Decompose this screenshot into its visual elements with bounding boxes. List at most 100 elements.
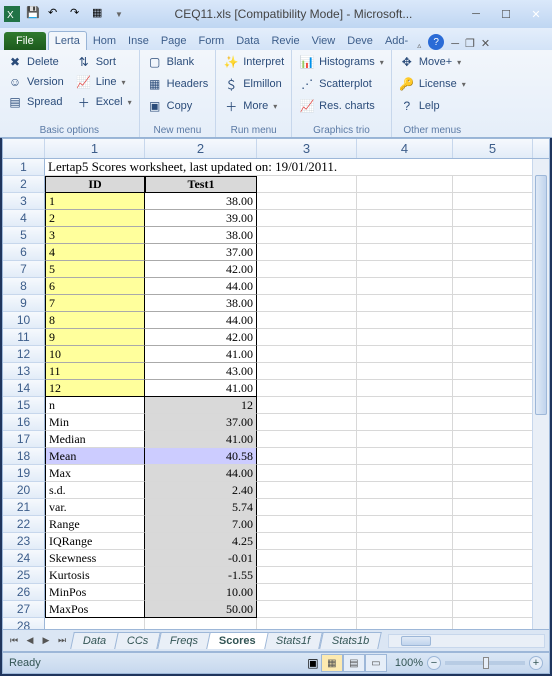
minimize-ribbon-icon[interactable]: ▵ bbox=[417, 41, 421, 50]
id-cell[interactable]: 11 bbox=[45, 363, 145, 380]
id-cell[interactable]: 2 bbox=[45, 210, 145, 227]
maximize-button[interactable]: ☐ bbox=[494, 5, 518, 23]
value-cell[interactable]: 44.00 bbox=[145, 312, 257, 329]
stat-value[interactable]: 37.00 bbox=[145, 414, 257, 431]
id-cell[interactable]: 7 bbox=[45, 295, 145, 312]
stat-value[interactable]: 41.00 bbox=[145, 431, 257, 448]
save-icon[interactable]: 💾 bbox=[26, 6, 42, 22]
stat-label[interactable]: var. bbox=[45, 499, 145, 516]
id-cell[interactable]: 4 bbox=[45, 244, 145, 261]
interpret-button[interactable]: ✨Interpret bbox=[220, 52, 287, 72]
undo-icon[interactable]: ↶ bbox=[48, 6, 64, 22]
row-header[interactable]: 10 bbox=[3, 312, 45, 329]
minimize-button[interactable]: ─ bbox=[464, 5, 488, 23]
line-button[interactable]: 📈Line▾ bbox=[73, 72, 135, 92]
value-cell[interactable]: 37.00 bbox=[145, 244, 257, 261]
value-cell[interactable]: 44.00 bbox=[145, 278, 257, 295]
sort-button[interactable]: ⇅Sort bbox=[73, 52, 135, 72]
value-cell[interactable]: 38.00 bbox=[145, 295, 257, 312]
stat-value[interactable]: -1.55 bbox=[145, 567, 257, 584]
row-header[interactable]: 22 bbox=[3, 516, 45, 533]
zoom-in-button[interactable]: + bbox=[529, 656, 543, 670]
id-cell[interactable]: 1 bbox=[45, 193, 145, 210]
doc-close-icon[interactable]: ✕ bbox=[481, 37, 490, 50]
tab-nav-prev[interactable]: ◀ bbox=[23, 633, 37, 649]
stat-value[interactable]: 12 bbox=[145, 397, 257, 414]
row-header[interactable]: 2 bbox=[3, 176, 45, 193]
tab-lertap[interactable]: Lerta bbox=[48, 31, 87, 50]
select-all-corner[interactable] bbox=[3, 139, 45, 158]
stat-label[interactable]: Range bbox=[45, 516, 145, 533]
value-cell[interactable]: 38.00 bbox=[145, 227, 257, 244]
row-header[interactable]: 19 bbox=[3, 465, 45, 482]
tab-view[interactable]: View bbox=[306, 32, 342, 50]
stat-value[interactable]: 50.00 bbox=[145, 601, 257, 618]
sheet-tab-ccs[interactable]: CCs bbox=[114, 632, 161, 649]
col-header-5[interactable]: 5 bbox=[453, 139, 533, 158]
row-header[interactable]: 3 bbox=[3, 193, 45, 210]
tab-nav-next[interactable]: ▶ bbox=[39, 633, 53, 649]
histograms-button[interactable]: 📊Histograms▾ bbox=[296, 52, 387, 72]
zoom-out-button[interactable]: − bbox=[427, 656, 441, 670]
id-cell[interactable]: 3 bbox=[45, 227, 145, 244]
stat-label[interactable]: Median bbox=[45, 431, 145, 448]
row-header[interactable]: 16 bbox=[3, 414, 45, 431]
help-icon[interactable]: ? bbox=[428, 34, 444, 50]
value-cell[interactable]: 42.00 bbox=[145, 329, 257, 346]
macro-record-icon[interactable]: ▣ bbox=[305, 655, 321, 671]
doc-restore-icon[interactable]: ❐ bbox=[465, 37, 475, 50]
tab-review[interactable]: Revie bbox=[265, 32, 305, 50]
value-cell[interactable]: 39.00 bbox=[145, 210, 257, 227]
stat-label[interactable]: Mean bbox=[45, 448, 145, 465]
doc-minimize-icon[interactable]: ─ bbox=[451, 38, 459, 50]
tab-nav-first[interactable]: ⏮ bbox=[7, 633, 21, 649]
stat-value[interactable]: 7.00 bbox=[145, 516, 257, 533]
row-header[interactable]: 5 bbox=[3, 227, 45, 244]
row-header[interactable]: 25 bbox=[3, 567, 45, 584]
headers-button[interactable]: ▦Headers bbox=[144, 74, 212, 94]
stat-value[interactable]: 44.00 bbox=[145, 465, 257, 482]
value-cell[interactable]: 41.00 bbox=[145, 380, 257, 397]
spread-button[interactable]: ▤Spread bbox=[4, 92, 67, 112]
id-cell[interactable]: 6 bbox=[45, 278, 145, 295]
row-header[interactable]: 4 bbox=[3, 210, 45, 227]
row-header[interactable]: 28 bbox=[3, 618, 45, 629]
stat-value[interactable]: 2.40 bbox=[145, 482, 257, 499]
sheet-tab-freqs[interactable]: Freqs bbox=[157, 632, 211, 649]
redo-icon[interactable]: ↷ bbox=[70, 6, 86, 22]
normal-view-button[interactable]: ▦ bbox=[321, 654, 343, 672]
scatterplot-button[interactable]: ⋰Scatterplot bbox=[296, 74, 387, 94]
value-cell[interactable]: 43.00 bbox=[145, 363, 257, 380]
row-header[interactable]: 9 bbox=[3, 295, 45, 312]
col-header-2[interactable]: 2 bbox=[145, 139, 257, 158]
row-header[interactable]: 12 bbox=[3, 346, 45, 363]
stat-value[interactable]: 10.00 bbox=[145, 584, 257, 601]
tab-insert[interactable]: Inse bbox=[122, 32, 155, 50]
row-header[interactable]: 20 bbox=[3, 482, 45, 499]
row-header[interactable]: 8 bbox=[3, 278, 45, 295]
value-cell[interactable]: 38.00 bbox=[145, 193, 257, 210]
zoom-slider[interactable] bbox=[445, 661, 525, 665]
header-test1[interactable]: Test1 bbox=[145, 176, 257, 193]
row-header[interactable]: 11 bbox=[3, 329, 45, 346]
stat-value[interactable]: 40.58 bbox=[145, 448, 257, 465]
row-header[interactable]: 7 bbox=[3, 261, 45, 278]
zoom-level[interactable]: 100% bbox=[395, 657, 423, 669]
row-header[interactable]: 21 bbox=[3, 499, 45, 516]
rescharts-button[interactable]: 📈Res. charts bbox=[296, 96, 387, 116]
grid[interactable]: 1Lertap5 Scores worksheet, last updated … bbox=[3, 159, 549, 629]
stat-value[interactable]: -0.01 bbox=[145, 550, 257, 567]
sheet-tab-stats1b[interactable]: Stats1b bbox=[319, 632, 382, 649]
stat-label[interactable]: s.d. bbox=[45, 482, 145, 499]
row-header[interactable]: 13 bbox=[3, 363, 45, 380]
version-button[interactable]: ☺Version bbox=[4, 72, 67, 92]
value-cell[interactable]: 42.00 bbox=[145, 261, 257, 278]
row-header[interactable]: 1 bbox=[3, 159, 45, 176]
horizontal-scrollbar[interactable] bbox=[388, 634, 545, 648]
stat-value[interactable]: 5.74 bbox=[145, 499, 257, 516]
id-cell[interactable]: 10 bbox=[45, 346, 145, 363]
copy-button[interactable]: ▣Copy bbox=[144, 96, 212, 116]
header-id[interactable]: ID bbox=[45, 176, 145, 193]
stat-label[interactable]: MaxPos bbox=[45, 601, 145, 618]
value-cell[interactable]: 41.00 bbox=[145, 346, 257, 363]
